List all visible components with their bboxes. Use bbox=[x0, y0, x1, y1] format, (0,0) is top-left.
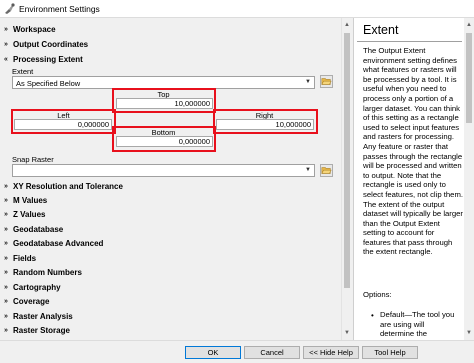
button-bar: OK Cancel << Hide Help Tool Help bbox=[0, 340, 474, 363]
section-raster-storage[interactable]: » Raster Storage bbox=[4, 324, 70, 337]
double-chevron-up-icon: « bbox=[4, 56, 8, 63]
scroll-up-icon[interactable]: ▲ bbox=[465, 20, 473, 30]
hide-help-button[interactable]: << Hide Help bbox=[303, 346, 359, 359]
section-fields[interactable]: » Fields bbox=[4, 252, 36, 265]
section-label: Raster Storage bbox=[13, 326, 70, 335]
section-xy-resolution[interactable]: » XY Resolution and Tolerance bbox=[4, 180, 123, 193]
help-scrollbar[interactable]: ▲ ▼ bbox=[464, 18, 474, 340]
help-default-text: Default—The tool you are using will dete… bbox=[380, 310, 455, 339]
section-processing-extent[interactable]: « Processing Extent bbox=[4, 53, 83, 66]
double-chevron-down-icon: » bbox=[4, 211, 8, 218]
double-chevron-down-icon: » bbox=[4, 41, 8, 48]
title-bar: Environment Settings bbox=[0, 0, 474, 18]
section-coverage[interactable]: » Coverage bbox=[4, 295, 49, 308]
section-label: XY Resolution and Tolerance bbox=[13, 182, 123, 191]
extent-browse-button[interactable] bbox=[320, 75, 333, 88]
section-output-coordinates[interactable]: » Output Coordinates bbox=[4, 38, 88, 51]
section-random-numbers[interactable]: » Random Numbers bbox=[4, 266, 82, 279]
double-chevron-down-icon: » bbox=[4, 313, 8, 320]
scroll-up-icon[interactable]: ▲ bbox=[343, 20, 351, 30]
section-label: Coverage bbox=[13, 297, 50, 306]
settings-scrollbar[interactable]: ▲ ▼ bbox=[341, 18, 351, 340]
double-chevron-down-icon: » bbox=[4, 298, 8, 305]
section-cartography[interactable]: » Cartography bbox=[4, 281, 61, 294]
section-label: Workspace bbox=[13, 25, 56, 34]
snap-raster-label: Snap Raster bbox=[12, 155, 54, 164]
double-chevron-down-icon: » bbox=[4, 197, 8, 204]
section-m-values[interactable]: » M Values bbox=[4, 194, 47, 207]
snap-raster-browse-button[interactable] bbox=[320, 164, 333, 177]
double-chevron-down-icon: » bbox=[4, 327, 8, 334]
scrollbar-thumb[interactable] bbox=[466, 33, 472, 123]
section-workspace[interactable]: » Workspace bbox=[4, 23, 56, 36]
section-label: Processing Extent bbox=[13, 55, 83, 64]
section-label: Output Coordinates bbox=[13, 40, 89, 49]
section-geodatabase[interactable]: » Geodatabase bbox=[4, 223, 63, 236]
section-label: Fields bbox=[13, 254, 37, 263]
dropdown-arrow-icon: ▼ bbox=[305, 167, 311, 173]
open-folder-icon bbox=[321, 167, 332, 174]
section-label: Cartography bbox=[13, 283, 61, 292]
help-body-text: The Output Extent environment setting de… bbox=[363, 46, 463, 257]
open-folder-icon bbox=[321, 78, 332, 85]
double-chevron-down-icon: » bbox=[4, 183, 8, 190]
double-chevron-down-icon: » bbox=[4, 269, 8, 276]
section-raster-analysis[interactable]: » Raster Analysis bbox=[4, 310, 73, 323]
snap-raster-dropdown[interactable]: ▼ bbox=[12, 164, 315, 177]
ok-button[interactable]: OK bbox=[185, 346, 241, 359]
help-pane: Extent The Output Extent environment set… bbox=[353, 18, 474, 340]
double-chevron-down-icon: » bbox=[4, 240, 8, 247]
section-label: Raster Analysis bbox=[13, 312, 73, 321]
tool-help-button[interactable]: Tool Help bbox=[362, 346, 418, 359]
section-label: Random Numbers bbox=[13, 268, 82, 277]
scrollbar-thumb[interactable] bbox=[344, 33, 350, 288]
window-title: Environment Settings bbox=[19, 4, 100, 14]
section-label: M Values bbox=[13, 196, 48, 205]
double-chevron-down-icon: » bbox=[4, 26, 8, 33]
environment-settings-icon bbox=[5, 3, 15, 14]
double-chevron-down-icon: » bbox=[4, 226, 8, 233]
double-chevron-down-icon: » bbox=[4, 284, 8, 291]
section-geodatabase-advanced[interactable]: » Geodatabase Advanced bbox=[4, 237, 103, 250]
extent-dropdown-value: As Specified Below bbox=[16, 78, 81, 88]
extent-label: Extent bbox=[12, 67, 34, 76]
section-label: Z Values bbox=[13, 210, 46, 219]
help-options-label: Options: bbox=[363, 290, 392, 299]
dropdown-arrow-icon: ▼ bbox=[305, 79, 311, 85]
help-divider bbox=[357, 41, 462, 42]
cancel-button[interactable]: Cancel bbox=[244, 346, 300, 359]
section-label: Geodatabase bbox=[13, 225, 64, 234]
section-label: Geodatabase Advanced bbox=[13, 239, 104, 248]
section-z-values[interactable]: » Z Values bbox=[4, 208, 45, 221]
double-chevron-down-icon: » bbox=[4, 255, 8, 262]
settings-pane: » Workspace » Output Coordinates « Proce… bbox=[0, 18, 351, 340]
scroll-down-icon[interactable]: ▼ bbox=[343, 328, 351, 338]
help-title: Extent bbox=[363, 23, 399, 37]
highlight-top bbox=[112, 88, 216, 113]
scroll-down-icon[interactable]: ▼ bbox=[465, 328, 473, 338]
highlight-right bbox=[213, 109, 318, 134]
highlight-bottom bbox=[112, 126, 216, 152]
highlight-left bbox=[11, 109, 116, 134]
bullet-icon: • bbox=[371, 311, 374, 320]
